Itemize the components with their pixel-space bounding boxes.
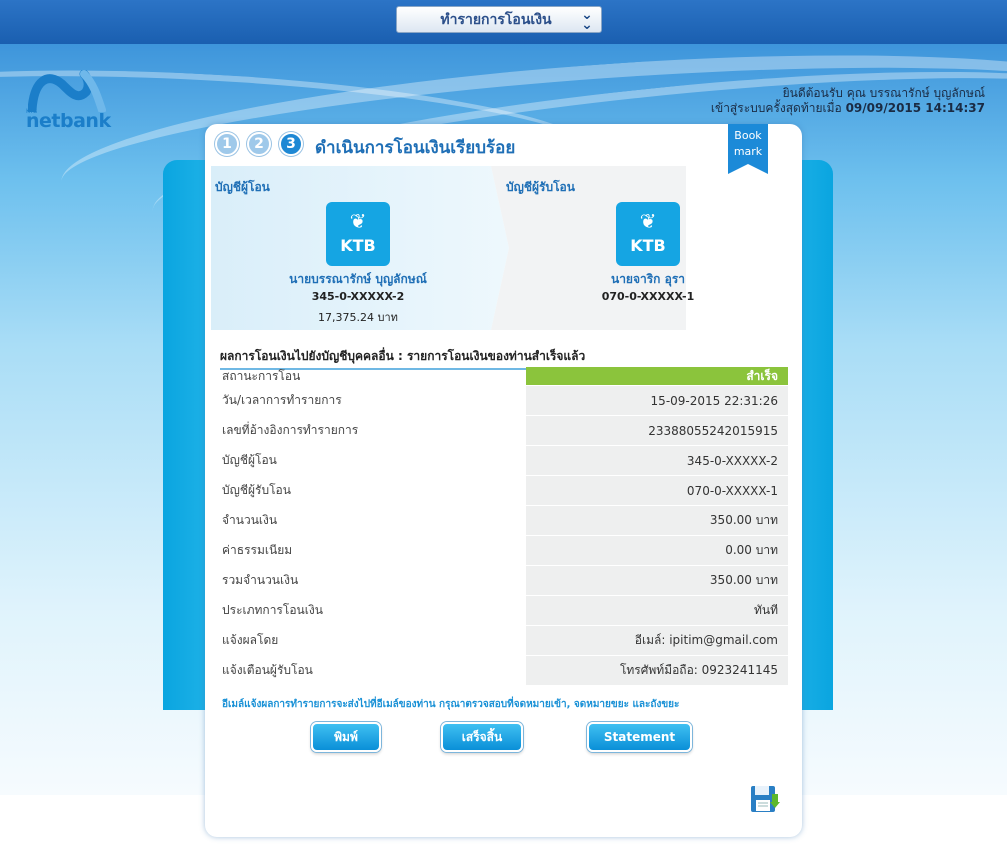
to-account-number: 070-0-XXXXX-1	[601, 290, 695, 303]
brand-name: netbank	[26, 110, 111, 132]
ktb-bank-icon: ❦ KTB	[616, 202, 680, 266]
row-value: 15-09-2015 22:31:26	[526, 386, 788, 415]
bookmark-line1: Book	[734, 129, 762, 142]
row-value: 350.00 บาท	[526, 566, 788, 595]
row-value: 350.00 บาท	[526, 506, 788, 535]
row-label: รวมจำนวนเงิน	[222, 573, 299, 587]
transaction-menu-label: ทำรายการโอนเงิน	[440, 11, 552, 28]
row-label: บัญชีผู้รับโอน	[222, 483, 291, 497]
welcome-message: ยินดีต้อนรับ คุณ บรรณารักษ์ บุญลักษณ์ เข…	[711, 86, 985, 116]
to-account-name: นายจาริก อุรา	[610, 272, 686, 286]
status-badge: สำเร็จ	[526, 367, 788, 385]
netbank-logo[interactable]: KTB netbank	[22, 70, 112, 132]
row-label: สถานะการโอน	[222, 368, 301, 383]
ktb-bank-icon: ❦ KTB	[326, 202, 390, 266]
transaction-details-table: สถานะการโอน สำเร็จ วัน/เวลาการทำรายการ 1…	[220, 367, 788, 686]
top-bar: ทำรายการโอนเงิน ⌄ ⌄	[0, 0, 1007, 44]
table-row: แจ้งผลโดย อีเมล์: ipitim@gmail.com	[220, 626, 788, 656]
table-row: จำนวนเงิน 350.00 บาท	[220, 506, 788, 536]
ktb-logo-text: KTB	[630, 236, 666, 255]
row-label: ประเภทการโอนเงิน	[222, 603, 323, 617]
account-summary: บัญชีผู้โอน ❦ KTB นายบรรณารักษ์ บุญลักษณ์…	[211, 166, 694, 330]
table-row: บัญชีผู้โอน 345-0-XXXXX-2	[220, 446, 788, 476]
from-account-header: บัญชีผู้โอน	[215, 180, 270, 194]
row-label: บัญชีผู้โอน	[222, 453, 277, 467]
from-account-balance: 17,375.24 บาท	[318, 311, 398, 324]
row-value: 345-0-XXXXX-2	[526, 446, 788, 475]
from-account-number: 345-0-XXXXX-2	[311, 290, 405, 303]
table-row: บัญชีผู้รับโอน 070-0-XXXXX-1	[220, 476, 788, 506]
bookmark-ribbon[interactable]: Book mark	[728, 124, 768, 174]
last-login-line: เข้าสู่ระบบครั้งสุดท้ายเมื่อ 09/09/2015 …	[711, 101, 985, 116]
step-indicator: 1 2 3	[215, 132, 303, 156]
table-row: รวมจำนวนเงิน 350.00 บาท	[220, 566, 788, 596]
transfer-result-card: 1 2 3 ดำเนินการโอนเงินเรียบร้อย Book mar…	[205, 124, 802, 837]
table-row: แจ้งเตือนผู้รับโอน โทรศัพท์มือถือ: 09232…	[220, 656, 788, 686]
row-label: ค่าธรรมเนียม	[222, 543, 293, 557]
row-label: จำนวนเงิน	[222, 513, 278, 527]
statement-button[interactable]: Statement	[587, 722, 692, 752]
table-row: เลขที่อ้างอิงการทำรายการ 233880552420159…	[220, 416, 788, 446]
netbank-n-icon	[28, 70, 106, 112]
ktb-logo-text: KTB	[340, 236, 376, 255]
print-button[interactable]: พิมพ์	[311, 722, 381, 752]
page-title: ดำเนินการโอนเงินเรียบร้อย	[315, 138, 516, 158]
to-account-header: บัญชีผู้รับโอน	[506, 180, 575, 194]
step-3: 3	[279, 132, 303, 156]
table-row: ประเภทการโอนเงิน ทันที	[220, 596, 788, 626]
row-value: 0.00 บาท	[526, 536, 788, 565]
last-login-time: 09/09/2015 14:14:37	[845, 101, 985, 115]
table-row: สถานะการโอน สำเร็จ	[220, 367, 788, 386]
row-value: อีเมล์: ipitim@gmail.com	[526, 626, 788, 655]
row-value: 23388055242015915	[526, 416, 788, 445]
table-row: วัน/เวลาการทำรายการ 15-09-2015 22:31:26	[220, 386, 788, 416]
double-chevron-down-icon: ⌄ ⌄	[581, 6, 593, 33]
transaction-menu-dropdown[interactable]: ทำรายการโอนเงิน ⌄ ⌄	[396, 6, 602, 33]
done-button[interactable]: เสร็จสิ้น	[441, 722, 523, 752]
table-row: ค่าธรรมเนียม 0.00 บาท	[220, 536, 788, 566]
step-1: 1	[215, 132, 239, 156]
row-label: แจ้งเตือนผู้รับโอน	[222, 663, 313, 677]
row-label: เลขที่อ้างอิงการทำรายการ	[222, 423, 359, 437]
row-value: โทรศัพท์มือถือ: 0923241145	[526, 656, 788, 685]
row-value: ทันที	[526, 596, 788, 625]
row-value: 070-0-XXXXX-1	[526, 476, 788, 505]
row-label: แจ้งผลโดย	[222, 633, 279, 647]
save-icon[interactable]	[750, 784, 780, 814]
row-label: วัน/เวลาการทำรายการ	[222, 393, 342, 407]
welcome-line: ยินดีต้อนรับ คุณ บรรณารักษ์ บุญลักษณ์	[782, 86, 985, 100]
step-2: 2	[247, 132, 271, 156]
bookmark-line2: mark	[733, 145, 763, 158]
last-login-label: เข้าสู่ระบบครั้งสุดท้ายเมื่อ	[710, 101, 842, 115]
from-account-name: นายบรรณารักษ์ บุญลักษณ์	[289, 272, 427, 286]
email-notice: อีเมล์แจ้งผลการทำรายการจะส่งไปที่อีเมล์ข…	[222, 699, 680, 710]
